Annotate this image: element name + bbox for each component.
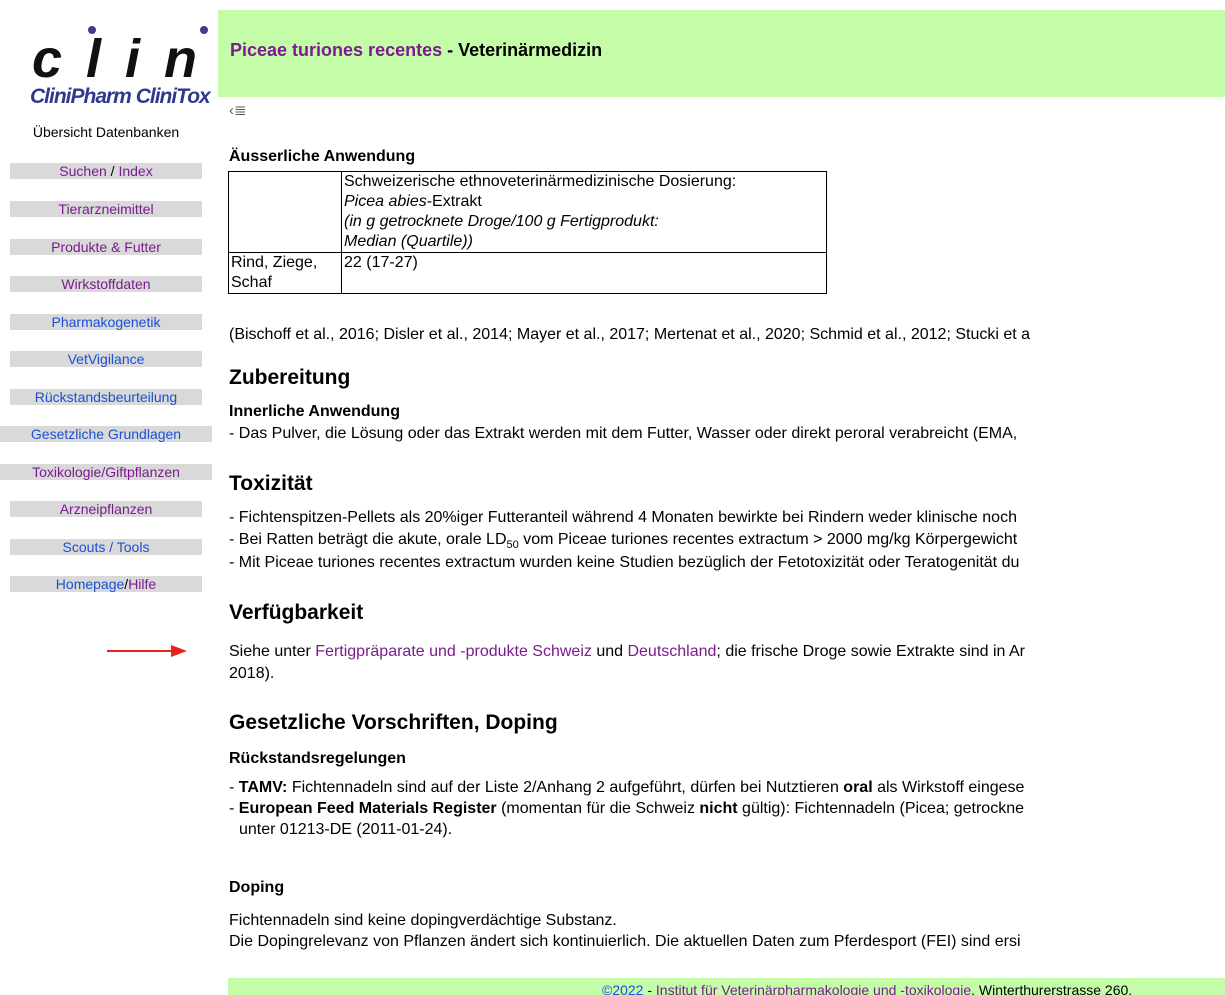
doping-text: Fichtennadeln sind keine dopingverdächti…: [229, 912, 617, 929]
subheading-rueckstandsregelungen: Rückstandsregelungen: [229, 750, 406, 767]
regulation-text: (momentan für die Schweiz: [496, 800, 700, 817]
table-value-cell: 22 (17-27): [341, 252, 827, 294]
back-menu-icon[interactable]: ‹≣: [229, 101, 247, 119]
species-latin: Picea abies: [344, 193, 427, 210]
nav-produkte-futter[interactable]: Produkte & Futter: [10, 239, 202, 255]
bullet-dash: -: [229, 800, 239, 817]
regulation-text: Fichtennadeln sind auf der Liste 2/Anhan…: [287, 779, 844, 796]
species-text: Rind, Ziege,: [231, 254, 318, 271]
copyright-link[interactable]: ©2022: [602, 982, 643, 995]
table-header-line: Schweizerische ethnoveterinärmedizinisch…: [344, 173, 737, 190]
oral-bold: oral: [843, 779, 873, 796]
heading-verfuegbarkeit: Verfügbarkeit: [229, 601, 364, 624]
nicht-bold: nicht: [699, 800, 738, 817]
nav-label: Rückstandsbeurteilung: [34, 389, 178, 405]
nav-label: Arzneipflanzen: [59, 501, 153, 517]
table-header-line: (in g getrocknete Droge/100 g Fertigprod…: [344, 213, 659, 230]
nav-label: Tierarzneimittel: [58, 201, 154, 217]
nav-label: VetVigilance: [67, 351, 145, 367]
regulation-text: gültig): Fichtennadeln (Picea; getrockne: [737, 800, 1024, 817]
toxicity-text: vom Piceae turiones recentes extractum >…: [518, 531, 1018, 548]
table-header-line: Picea abies-Extrakt: [344, 192, 824, 212]
availability-plain: ; die frische Droge sowie Extrakte sind …: [716, 643, 1025, 660]
regulation-line-efmr: - European Feed Materials Register (mome…: [229, 800, 1024, 818]
zubereitung-text: - Das Pulver, die Lösung oder das Extrak…: [229, 425, 1018, 442]
nav-label: Wirkstoffdaten: [61, 276, 151, 292]
table-empty-cell: [228, 171, 342, 253]
nav-label: Pharmakogenetik: [51, 314, 161, 330]
overview-databases-link[interactable]: Übersicht Datenbanken: [0, 124, 212, 140]
clinipharm-logo[interactable]: clini CliniPharm CliniTox: [30, 10, 236, 108]
doping-text: Die Dopingrelevanz von Pflanzen ändert s…: [229, 933, 1021, 950]
nav-arzneipflanzen[interactable]: Arzneipflanzen: [10, 501, 202, 517]
nav-homepage-label[interactable]: Homepage: [56, 576, 125, 592]
availability-plain: Siehe unter: [229, 643, 316, 660]
plant-name-link[interactable]: Piceae turiones recentes: [230, 40, 442, 60]
heading-vorschriften-doping: Gesetzliche Vorschriften, Doping: [229, 711, 558, 734]
toxicity-line: - Bei Ratten beträgt die akute, orale LD…: [229, 531, 1017, 551]
extract-label: -Extrakt: [426, 193, 482, 210]
heading-external-use: Äusserliche Anwendung: [229, 148, 416, 165]
nav-search-index[interactable]: Suchen / Index: [10, 163, 202, 179]
heading-zubereitung: Zubereitung: [229, 366, 351, 389]
nav-vetvigilance[interactable]: VetVigilance: [10, 351, 202, 367]
institute-link[interactable]: Institut für Veterinärpharmakologie und …: [656, 982, 971, 995]
red-arrow-icon: [107, 645, 187, 657]
page-title: Piceae turiones recentes - Veterinärmedi…: [230, 40, 602, 61]
regulation-line-tamv: - TAMV: Fichtennadeln sind auf der Liste…: [229, 779, 1024, 797]
nav-label: Produkte & Futter: [51, 239, 161, 255]
dosage-table: Schweizerische ethnoveterinärmedizinisch…: [228, 171, 827, 294]
toxicity-line: - Mit Piceae turiones recentes extractum…: [229, 554, 1020, 571]
nav-hilfe-label[interactable]: Hilfe: [128, 576, 156, 592]
regulation-line-cont: unter 01213-DE (2011-01-24).: [229, 821, 452, 839]
nav-label: Gesetzliche Grundlagen: [30, 426, 182, 442]
availability-plain: und: [591, 643, 628, 660]
footer-sep: -: [643, 982, 656, 995]
bullet-dash: -: [229, 779, 239, 796]
nav-index-label[interactable]: Index: [118, 163, 152, 179]
page-title-suffix: - Veterinärmedizin: [442, 40, 603, 60]
nav-label: Scouts / Tools: [62, 539, 150, 555]
page-header: Piceae turiones recentes - Veterinärmedi…: [218, 10, 1225, 97]
toxicity-text: - Bei Ratten beträgt die akute, orale LD: [229, 531, 507, 548]
subheading-doping: Doping: [229, 879, 285, 896]
nav-tierarzneimittel[interactable]: Tierarzneimittel: [10, 201, 202, 217]
toxicity-line: - Fichtenspitzen-Pellets als 20%iger Fut…: [229, 509, 1017, 526]
nav-search-label[interactable]: Suchen: [59, 163, 106, 179]
link-fertigpraeparate-schweiz[interactable]: Fertigpräparate und -produkte Schweiz: [315, 643, 592, 660]
tamv-label: TAMV:: [238, 779, 288, 796]
table-species-cell: Rind, Ziege, Schaf: [228, 252, 342, 294]
nav-scouts-tools[interactable]: Scouts / Tools: [10, 539, 202, 555]
nav-gesetzliche-grundlagen[interactable]: Gesetzliche Grundlagen: [0, 426, 212, 442]
nav-toxikologie[interactable]: Toxikologie/Giftpflanzen: [0, 464, 212, 480]
sidebar: clini CliniPharm CliniTox Übersicht Date…: [0, 0, 236, 995]
footer-address: , Winterthurerstrasse 260,: [971, 982, 1133, 995]
regulation-text: als Wirkstoff eingese: [872, 779, 1025, 796]
nav-homepage-hilfe[interactable]: Homepage/Hilfe: [10, 576, 202, 592]
heading-toxizitaet: Toxizität: [229, 472, 313, 495]
nav-pharmakogenetik[interactable]: Pharmakogenetik: [10, 314, 202, 330]
availability-text: Siehe unter Fertigpräparate und -produkt…: [229, 643, 1025, 661]
nav-wirkstoffdaten[interactable]: Wirkstoffdaten: [10, 276, 202, 292]
table-header-line: Median (Quartile)): [344, 233, 473, 250]
availability-text-cont: 2018).: [229, 665, 275, 682]
logo-brand: CliniPharm CliniTox: [30, 85, 211, 108]
footer-text: ©2022 - Institut für Veterinärpharmakolo…: [602, 982, 1132, 995]
nav-rueckstandsbeurteilung[interactable]: Rückstandsbeurteilung: [10, 389, 202, 405]
table-header-cell: Schweizerische ethnoveterinärmedizinisch…: [341, 171, 827, 253]
regulation-text: unter 01213-DE (2011-01-24).: [239, 821, 453, 838]
efmr-label: European Feed Materials Register: [238, 800, 497, 817]
footer: ©2022 - Institut für Veterinärpharmakolo…: [228, 978, 1225, 995]
citation-text: (Bischoff et al., 2016; Disler et al., 2…: [229, 326, 1031, 343]
ld50-subscript: 50: [506, 539, 519, 551]
species-text: Schaf: [231, 274, 272, 291]
nav-label: Toxikologie/Giftpflanzen: [32, 464, 180, 480]
link-deutschland[interactable]: Deutschland: [627, 643, 716, 660]
subheading-internal-use: Innerliche Anwendung: [229, 403, 400, 420]
